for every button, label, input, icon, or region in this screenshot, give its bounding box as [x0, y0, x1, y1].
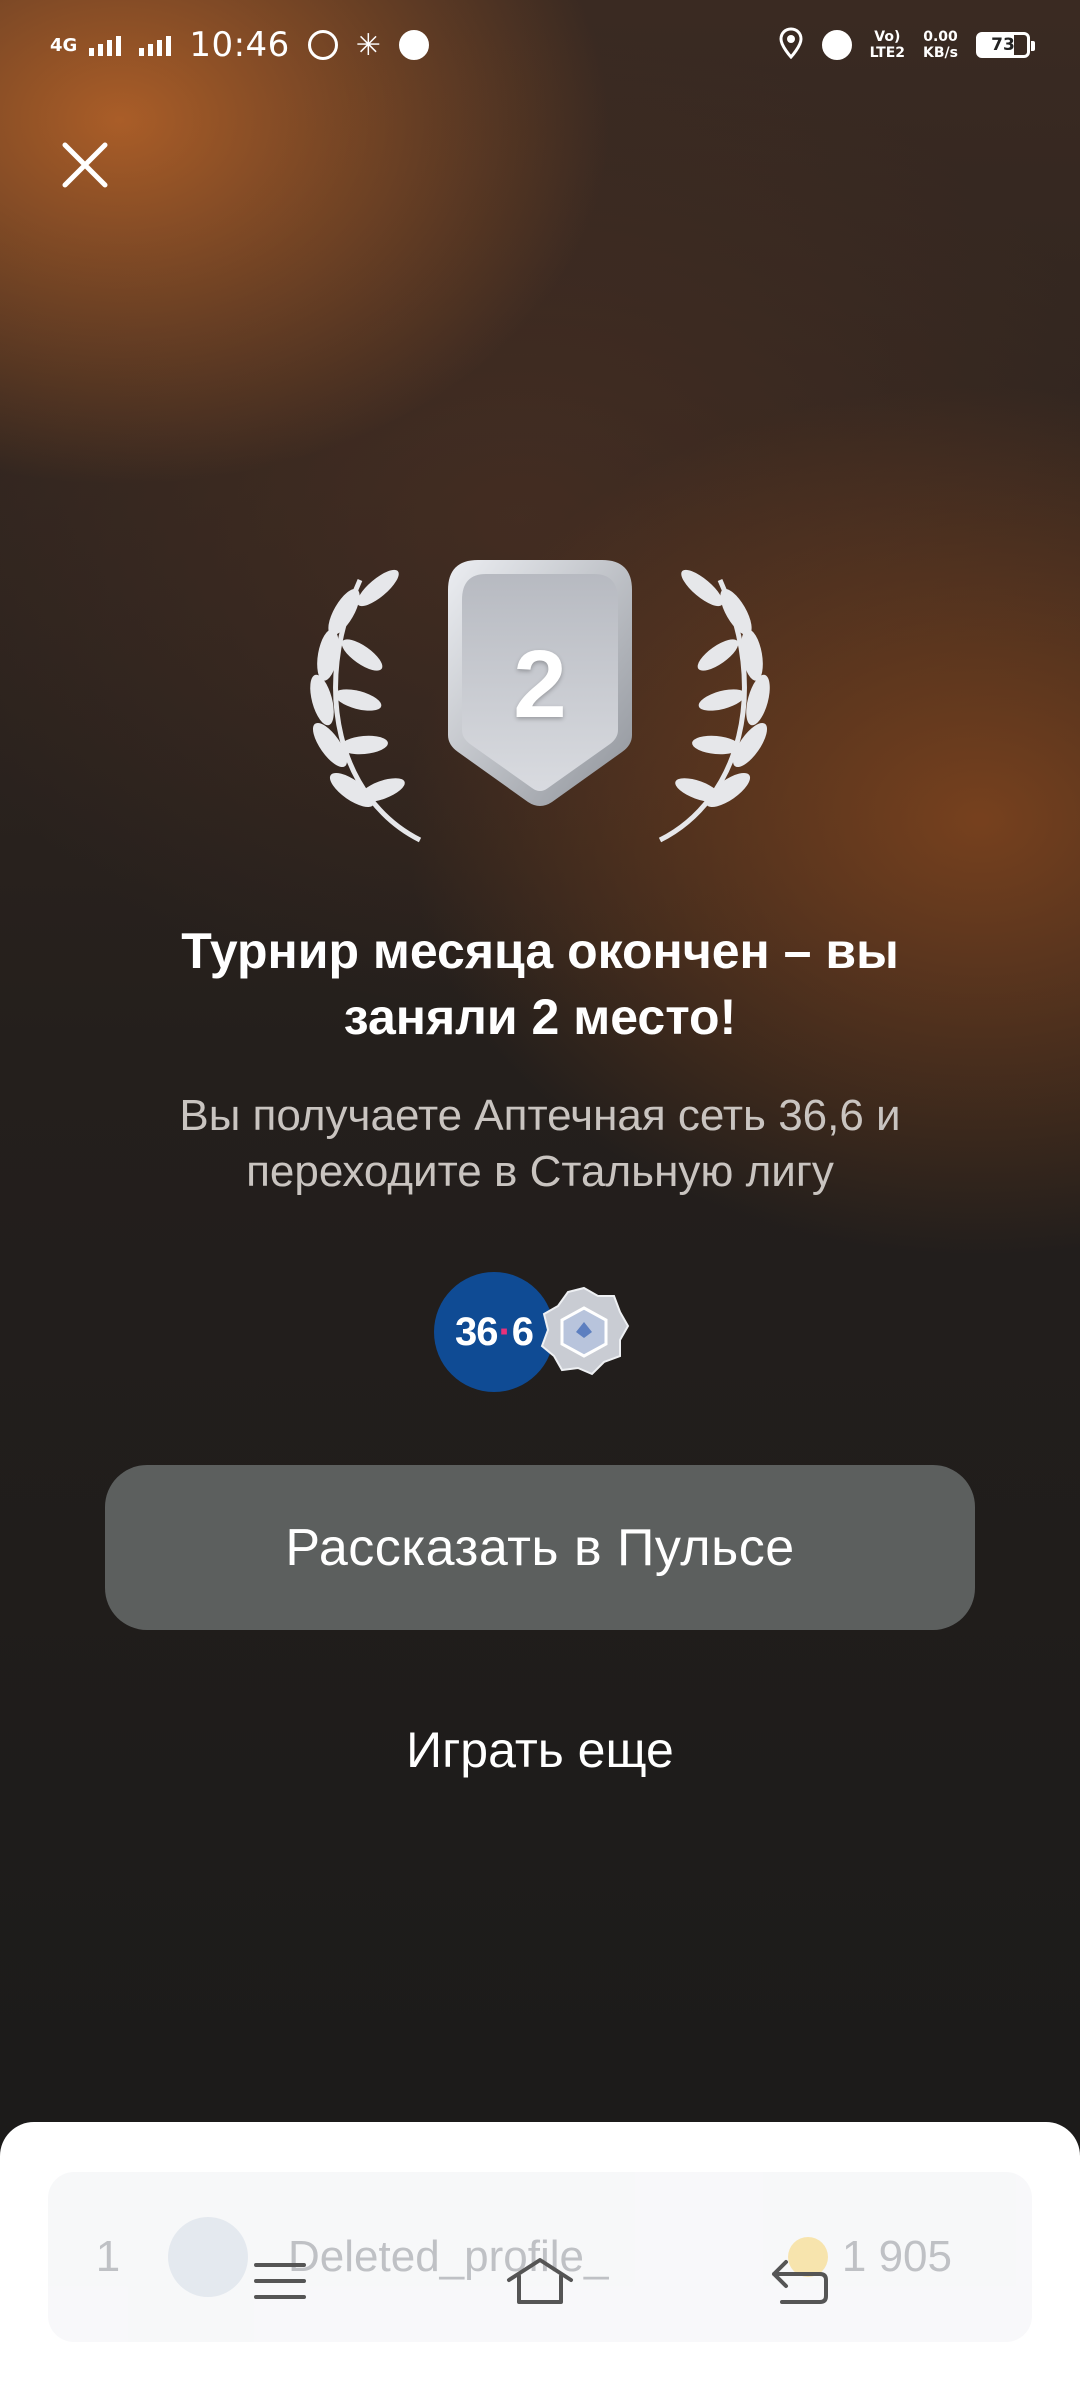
volte-indicator: Vo) LTE2 — [870, 29, 905, 61]
volte-label: Vo) — [874, 29, 901, 45]
signal-icon-2 — [139, 34, 172, 56]
system-nav-bar — [0, 2222, 1080, 2340]
brightness-icon: ✳ — [355, 27, 381, 63]
status-right: Vo) LTE2 0.00 KB/s 73 — [778, 27, 1035, 63]
menu-icon — [254, 2263, 306, 2299]
speed-unit: KB/s — [923, 45, 958, 61]
lte-label: LTE2 — [869, 45, 906, 61]
steel-league-icon — [540, 1286, 630, 1376]
alarm-icon — [821, 30, 852, 60]
network-type: 4G — [50, 34, 78, 56]
place-number: 2 — [513, 631, 567, 738]
share-in-pulse-button[interactable]: Рассказать в Пульсе — [105, 1465, 975, 1630]
home-icon — [507, 2258, 573, 2304]
status-left: 4G 10:46 ✳ — [50, 25, 429, 65]
battery-icon: 73 — [976, 32, 1035, 58]
back-icon — [772, 2260, 828, 2304]
result-title: Турнир месяца окончен – вы заняли 2 мест… — [181, 923, 899, 1045]
signal-icon — [89, 34, 122, 56]
clock: 10:46 — [189, 25, 290, 65]
battery-level: 73 — [991, 35, 1015, 55]
reward-badges: 36 · 6 — [434, 1272, 654, 1394]
speed-value: 0.00 — [923, 29, 958, 45]
partner-logo-right: 6 — [511, 1309, 534, 1354]
result-subtitle: Вы получаете Аптечная сеть 36,6 и перехо… — [179, 1091, 901, 1196]
back-button[interactable] — [755, 2241, 845, 2321]
close-icon — [62, 142, 108, 188]
network-speed: 0.00 KB/s — [923, 29, 958, 61]
partner-logo-left: 36 — [454, 1309, 498, 1354]
location-icon — [778, 27, 804, 63]
home-button[interactable] — [495, 2241, 585, 2321]
menu-button[interactable] — [235, 2241, 325, 2321]
whatsapp-icon — [307, 30, 338, 60]
telegram-icon — [398, 30, 429, 60]
partner-logo: 36 · 6 — [434, 1272, 554, 1392]
close-button[interactable] — [50, 130, 120, 200]
place-medal: 2 — [300, 540, 780, 850]
status-bar: 4G 10:46 ✳ Vo) LTE2 0.00 KB/s 73 — [0, 0, 1080, 90]
play-again-button[interactable]: Играть еще — [240, 1710, 840, 1790]
partner-logo-dot: · — [498, 1309, 511, 1354]
